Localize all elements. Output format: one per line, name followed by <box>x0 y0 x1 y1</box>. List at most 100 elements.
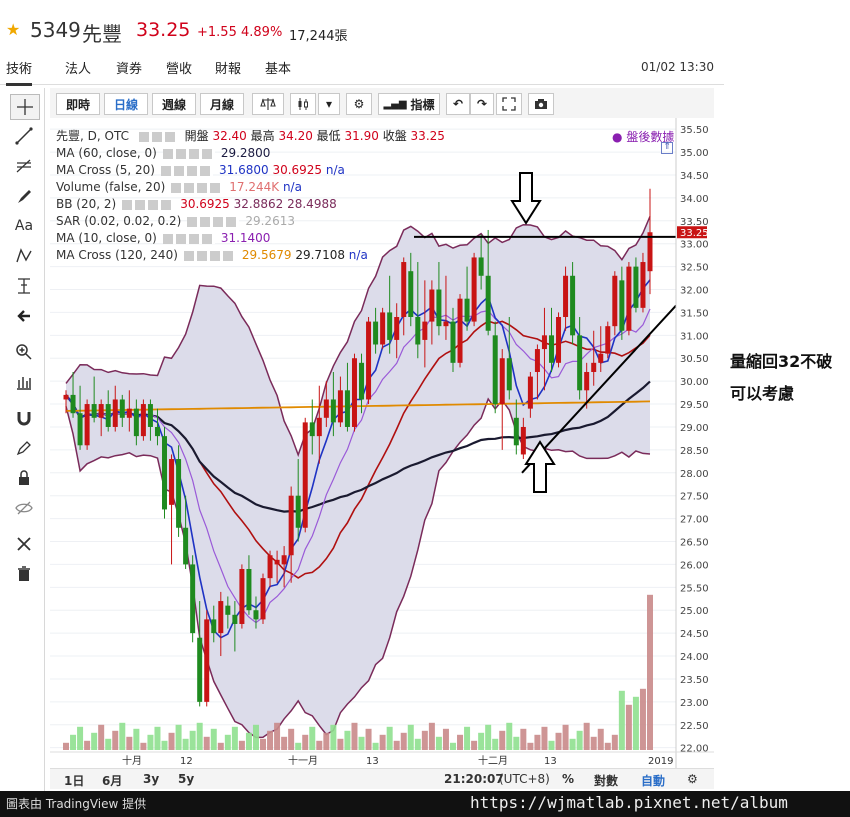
volume-bar <box>506 722 513 750</box>
candle-body <box>91 404 97 418</box>
pattern-icon[interactable] <box>10 244 38 268</box>
lock-icon[interactable] <box>10 466 38 490</box>
interval-intraday-button[interactable]: 即時 <box>56 93 100 115</box>
measure-bars-icon[interactable] <box>10 370 38 394</box>
volume-bar <box>252 724 259 750</box>
compare-scale-icon[interactable] <box>252 93 284 115</box>
volume-bar <box>302 734 309 750</box>
bottom-bar: 1日 6月 3y 5y 21:20:07 (UTC+8) % 對數 自動 ⚙ <box>50 768 714 789</box>
candle-body <box>281 555 287 565</box>
range-3y[interactable]: 3y <box>143 772 159 786</box>
volume-bar <box>84 740 91 750</box>
macross2-label: MA Cross (120, 240) <box>56 248 178 262</box>
collapse-legend-icon[interactable]: ⇑ <box>661 142 673 154</box>
price-tick-label: 35.50 <box>680 125 709 136</box>
legend-controls[interactable] <box>162 148 215 159</box>
timezone[interactable]: (UTC+8) <box>499 772 550 786</box>
legend-controls[interactable] <box>183 250 236 261</box>
brush-icon[interactable] <box>10 184 38 208</box>
range-1d[interactable]: 1日 <box>64 772 84 789</box>
candle-body <box>626 266 632 331</box>
tab-technical[interactable]: 技術 <box>6 58 33 86</box>
candle-body <box>520 426 526 455</box>
candle-body <box>204 619 210 702</box>
volume-bar <box>618 690 625 750</box>
volume-bar <box>534 734 541 750</box>
volume-bar <box>98 724 105 750</box>
price-tick-label: 26.00 <box>680 560 709 571</box>
legend-controls[interactable] <box>138 131 175 142</box>
volume-bar <box>407 724 414 750</box>
arrow-left-icon[interactable] <box>10 304 38 328</box>
measure-icon[interactable] <box>10 274 38 298</box>
range-5y[interactable]: 5y <box>178 772 194 786</box>
redo-icon[interactable]: ↷ <box>470 93 494 115</box>
tab-financials[interactable]: 財報 <box>215 58 241 83</box>
price-axis-bg <box>676 118 714 768</box>
fib-icon[interactable] <box>10 154 38 178</box>
indicators-button[interactable]: ▂▄▆ 指標 <box>378 93 440 115</box>
volume-bar <box>344 730 351 750</box>
bb-value1: 30.6925 <box>180 197 230 211</box>
volume-bar <box>421 730 428 750</box>
tools-icon[interactable] <box>10 532 38 556</box>
legend-controls[interactable] <box>171 182 224 193</box>
candle-body <box>176 459 182 528</box>
candle-body <box>288 495 294 556</box>
gear-icon[interactable]: ⚙ <box>346 93 372 115</box>
range-6m[interactable]: 6月 <box>102 772 122 789</box>
price-tick-label: 25.50 <box>680 583 709 594</box>
auto-toggle[interactable]: 自動 <box>641 772 665 789</box>
legend-ma10: MA (10, close, 0) 31.1400 <box>56 230 445 247</box>
price-tick-label: 31.50 <box>680 308 709 319</box>
candle-body <box>485 275 491 331</box>
percent-toggle[interactable]: % <box>562 772 574 786</box>
candle-body <box>506 358 512 391</box>
price-tick-label: 32.50 <box>680 263 709 274</box>
volume-bar <box>442 728 449 750</box>
tab-basic[interactable]: 基本 <box>265 58 291 83</box>
candle-body <box>260 578 266 620</box>
interval-monthly-button[interactable]: 月線 <box>200 93 244 115</box>
fullscreen-icon[interactable] <box>496 93 522 115</box>
trash-icon[interactable] <box>10 562 38 586</box>
legend-controls[interactable] <box>122 199 175 210</box>
legend-ma60: MA (60, close, 0) 29.2800 <box>56 145 445 162</box>
low-label: 最低 <box>316 129 341 143</box>
volume-bar <box>245 732 252 750</box>
magnet-icon[interactable] <box>10 406 38 430</box>
undo-icon[interactable]: ↶ <box>446 93 470 115</box>
zoom-in-icon[interactable] <box>10 340 38 364</box>
interval-weekly-button[interactable]: 週線 <box>152 93 196 115</box>
volume-bar <box>70 734 77 750</box>
candle-body <box>605 326 611 354</box>
close-label: 收盤 <box>382 129 407 143</box>
camera-icon[interactable] <box>528 93 554 115</box>
log-toggle[interactable]: 對數 <box>594 772 618 789</box>
candle-body <box>309 422 315 437</box>
crosshair-icon[interactable] <box>10 94 40 120</box>
pencil-lock-icon[interactable] <box>10 436 38 460</box>
chevron-down-icon[interactable]: ▾ <box>318 93 340 115</box>
candle-body <box>225 605 231 615</box>
settings-gear-icon[interactable]: ⚙ <box>687 772 698 786</box>
candle-body <box>633 266 639 308</box>
hide-eye-icon[interactable] <box>10 496 38 520</box>
star-icon[interactable]: ★ <box>6 20 20 39</box>
volume-bar <box>632 696 639 750</box>
legend-controls[interactable] <box>187 216 240 227</box>
volume-bar <box>562 724 569 750</box>
legend-controls[interactable] <box>160 165 213 176</box>
legend-controls[interactable] <box>162 233 215 244</box>
tab-margin[interactable]: 資券 <box>116 58 142 83</box>
interval-daily-button[interactable]: 日線 <box>104 93 148 115</box>
candle-body <box>98 404 104 418</box>
tab-revenue[interactable]: 營收 <box>166 58 192 83</box>
tab-institutional[interactable]: 法人 <box>65 58 91 83</box>
trend-line-icon[interactable] <box>10 124 38 148</box>
text-tool-icon[interactable]: Aa <box>10 214 38 238</box>
volume-bar <box>267 730 274 750</box>
bb-label: BB (20, 2) <box>56 197 117 211</box>
legend-sar: SAR (0.02, 0.02, 0.2) 29.2613 <box>56 213 445 230</box>
candle-style-icon[interactable] <box>290 93 316 115</box>
